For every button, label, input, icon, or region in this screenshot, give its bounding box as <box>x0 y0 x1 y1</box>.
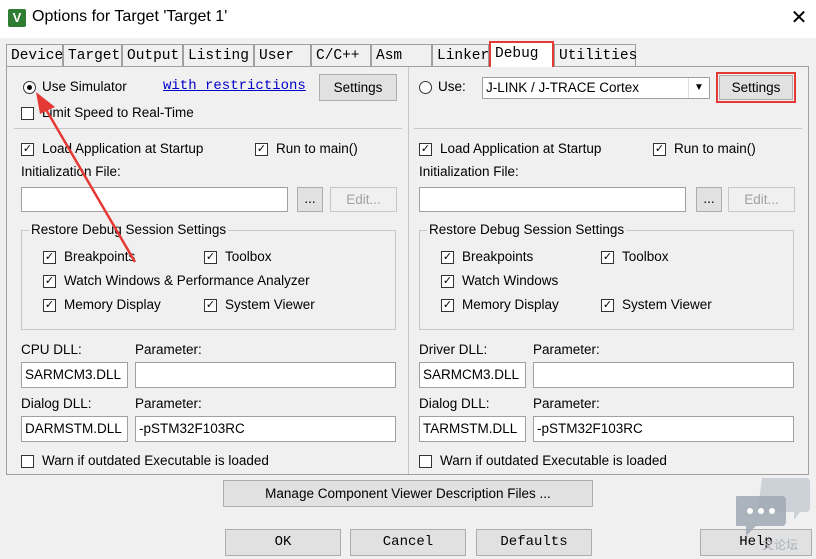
chevron-down-icon[interactable]: ▼ <box>688 78 709 98</box>
right-memory-display-checkbox[interactable]: ✓ <box>441 299 454 312</box>
right-memory-display-label: Memory Display <box>462 297 559 312</box>
debugger-settings-button[interactable]: Settings <box>719 75 793 100</box>
left-warn-outdated-checkbox[interactable] <box>21 455 34 468</box>
right-breakpoints-checkbox[interactable]: ✓ <box>441 251 454 264</box>
left-restore-group-label: Restore Debug Session Settings <box>29 222 229 237</box>
driver-dll-parameter-input[interactable] <box>533 362 794 388</box>
tab-target[interactable]: Target <box>63 44 122 66</box>
cpu-dll-parameter-label: Parameter: <box>135 342 202 357</box>
right-dialog-dll-parameter-input[interactable]: -pSTM32F103RC <box>533 416 794 442</box>
dialog-dll-label: Dialog DLL: <box>21 396 92 411</box>
use-debugger-label: Use: <box>438 79 466 94</box>
simulator-settings-button[interactable]: Settings <box>319 74 397 101</box>
title-bar: V Options for Target 'Target 1' ✕ <box>0 0 816 38</box>
tab-listing[interactable]: Listing <box>183 44 254 66</box>
tab-debug[interactable]: Debug <box>489 41 554 67</box>
right-restore-group-label: Restore Debug Session Settings <box>427 222 627 237</box>
right-load-app-label: Load Application at Startup <box>440 141 602 156</box>
manage-component-viewer-button[interactable]: Manage Component Viewer Description File… <box>223 480 593 507</box>
right-system-viewer-checkbox[interactable]: ✓ <box>601 299 614 312</box>
defaults-button[interactable]: Defaults <box>476 529 592 556</box>
dialog-dll-input[interactable]: DARMSTM.DLL <box>21 416 128 442</box>
tab-user[interactable]: User <box>254 44 311 66</box>
cpu-dll-input[interactable]: SARMCM3.DLL <box>21 362 128 388</box>
ok-button[interactable]: OK <box>225 529 341 556</box>
tab-asm[interactable]: Asm <box>371 44 432 66</box>
app-icon: V <box>8 9 26 27</box>
tab-utilities[interactable]: Utilities <box>554 44 637 66</box>
limit-speed-label: Limit Speed to Real-Time <box>42 105 194 120</box>
tab-device[interactable]: Device <box>6 44 63 66</box>
panel-divider <box>408 67 409 474</box>
left-watch-windows-checkbox[interactable]: ✓ <box>43 275 56 288</box>
tab-output[interactable]: Output <box>122 44 183 66</box>
use-simulator-label: Use Simulator <box>42 79 127 94</box>
with-restrictions-link[interactable]: with restrictions <box>163 78 306 94</box>
right-toolbox-label: Toolbox <box>622 249 669 264</box>
cancel-button[interactable]: Cancel <box>350 529 466 556</box>
use-debugger-radio[interactable] <box>419 81 432 94</box>
cpu-dll-parameter-input[interactable] <box>135 362 396 388</box>
left-system-viewer-checkbox[interactable]: ✓ <box>204 299 217 312</box>
right-dialog-dll-input[interactable]: TARMSTM.DLL <box>419 416 526 442</box>
left-run-to-main-label: Run to main() <box>276 141 358 156</box>
close-icon[interactable]: ✕ <box>786 6 812 30</box>
left-breakpoints-label: Breakpoints <box>64 249 136 264</box>
debugger-select[interactable]: J-LINK / J-TRACE Cortex ▼ <box>482 77 710 99</box>
left-memory-display-checkbox[interactable]: ✓ <box>43 299 56 312</box>
left-watch-windows-label: Watch Windows & Performance Analyzer <box>64 273 310 288</box>
window-title: Options for Target 'Target 1' <box>32 8 228 25</box>
left-breakpoints-checkbox[interactable]: ✓ <box>43 251 56 264</box>
right-init-file-label: Initialization File: <box>419 164 519 179</box>
left-warn-outdated-label: Warn if outdated Executable is loaded <box>42 453 269 468</box>
right-run-to-main-checkbox[interactable]: ✓ <box>653 143 666 156</box>
left-load-app-checkbox[interactable]: ✓ <box>21 143 34 156</box>
left-init-file-label: Initialization File: <box>21 164 121 179</box>
limit-speed-checkbox[interactable] <box>21 107 34 120</box>
right-separator <box>414 128 802 129</box>
driver-dll-input[interactable]: SARMCM3.DLL <box>419 362 526 388</box>
use-simulator-radio[interactable] <box>23 81 36 94</box>
tab-c-cpp[interactable]: C/C++ <box>311 44 371 66</box>
tab-linker[interactable]: Linker <box>432 44 489 66</box>
cpu-dll-label: CPU DLL: <box>21 342 82 357</box>
left-memory-display-label: Memory Display <box>64 297 161 312</box>
right-load-app-checkbox[interactable]: ✓ <box>419 143 432 156</box>
left-run-to-main-checkbox[interactable]: ✓ <box>255 143 268 156</box>
right-toolbox-checkbox[interactable]: ✓ <box>601 251 614 264</box>
dialog-dll-parameter-label: Parameter: <box>135 396 202 411</box>
right-watch-windows-checkbox[interactable]: ✓ <box>441 275 454 288</box>
right-warn-outdated-label: Warn if outdated Executable is loaded <box>440 453 667 468</box>
left-separator <box>14 128 402 129</box>
right-run-to-main-label: Run to main() <box>674 141 756 156</box>
left-toolbox-label: Toolbox <box>225 249 272 264</box>
right-watch-windows-label: Watch Windows <box>462 273 559 288</box>
right-dialog-dll-label: Dialog DLL: <box>419 396 490 411</box>
left-system-viewer-label: System Viewer <box>225 297 315 312</box>
driver-dll-parameter-label: Parameter: <box>533 342 600 357</box>
left-load-app-label: Load Application at Startup <box>42 141 204 156</box>
right-warn-outdated-checkbox[interactable] <box>419 455 432 468</box>
left-edit-button[interactable]: Edit... <box>330 187 397 212</box>
right-breakpoints-label: Breakpoints <box>462 249 534 264</box>
right-init-file-input[interactable] <box>419 187 686 212</box>
right-edit-button[interactable]: Edit... <box>728 187 795 212</box>
driver-dll-label: Driver DLL: <box>419 342 488 357</box>
debugger-select-value: J-LINK / J-TRACE Cortex <box>486 80 640 95</box>
dialog-dll-parameter-input[interactable]: -pSTM32F103RC <box>135 416 396 442</box>
right-dialog-dll-parameter-label: Parameter: <box>533 396 600 411</box>
watermark-text: 文论坛 <box>762 538 799 552</box>
right-system-viewer-label: System Viewer <box>622 297 712 312</box>
left-toolbox-checkbox[interactable]: ✓ <box>204 251 217 264</box>
left-init-file-input[interactable] <box>21 187 288 212</box>
left-browse-button[interactable]: ... <box>297 187 323 212</box>
right-browse-button[interactable]: ... <box>696 187 722 212</box>
